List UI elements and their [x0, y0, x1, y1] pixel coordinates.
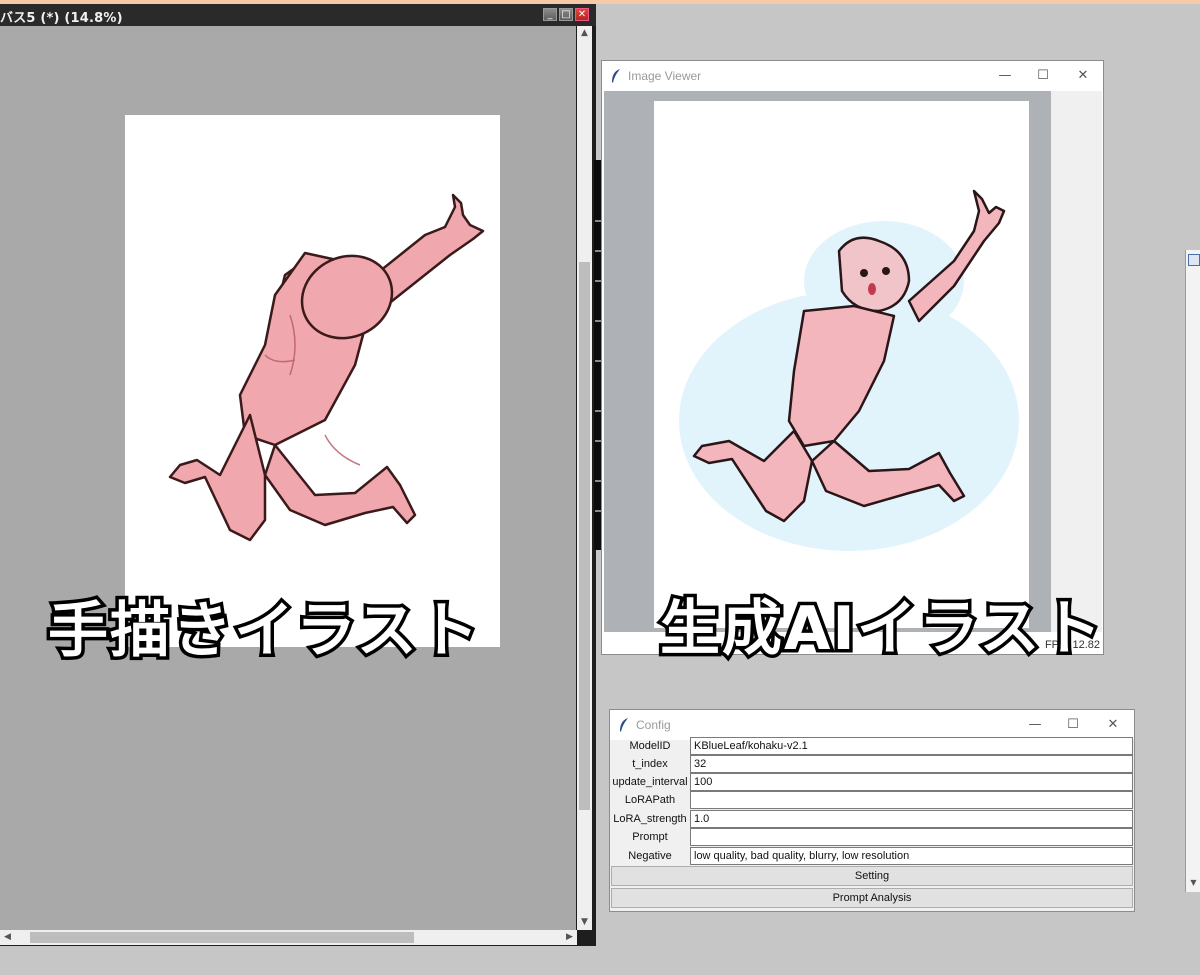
drawing-canvas-area[interactable] — [0, 26, 576, 930]
config-window: Config — ☐ ✕ ModelID KBlueLeaf/kohaku-v2… — [609, 709, 1135, 912]
config-title-bar[interactable]: Config — ☐ ✕ — [610, 710, 1134, 740]
viewer-close-button[interactable]: ✕ — [1063, 61, 1103, 91]
model-id-label: ModelID — [629, 740, 671, 752]
feather-icon — [612, 69, 620, 83]
config-row-lora-path: LoRAPath — [610, 791, 1134, 809]
paint-window-title: バス5 (*) (14.8%) — [0, 11, 123, 26]
setting-button[interactable]: Setting — [611, 866, 1133, 886]
prompt-analysis-button[interactable]: Prompt Analysis — [611, 888, 1133, 908]
scroll-down-arrow-icon[interactable]: ▼ — [1186, 878, 1200, 892]
image-viewer-title: Image Viewer — [628, 69, 702, 83]
model-id-input[interactable]: KBlueLeaf/kohaku-v2.1 — [690, 737, 1133, 755]
prompt-label: Prompt — [632, 831, 668, 843]
lora-path-input[interactable] — [690, 791, 1133, 809]
image-viewer-side-panel — [1051, 91, 1102, 632]
vertical-scroll-thumb[interactable] — [579, 262, 590, 810]
paint-title-bar[interactable]: バス5 (*) (14.8%) _ □ ✕ — [0, 4, 596, 26]
negative-prompt-input[interactable]: low quality, bad quality, blurry, low re… — [690, 847, 1133, 865]
feather-icon — [620, 718, 628, 732]
lora-strength-input[interactable]: 1.0 — [690, 810, 1133, 828]
canvas-vertical-scrollbar[interactable]: ▲ ▼ — [577, 26, 592, 930]
config-row-lora-strength: LoRA_strength 1.0 — [610, 810, 1134, 828]
config-row-model-id: ModelID KBlueLeaf/kohaku-v2.1 — [610, 737, 1134, 755]
config-row-prompt: Prompt — [610, 828, 1134, 846]
config-title: Config — [636, 718, 671, 732]
t-index-label: t_index — [632, 758, 668, 770]
t-index-input[interactable]: 32 — [690, 755, 1133, 773]
prompt-input[interactable] — [690, 828, 1133, 846]
hand-drawn-figure — [168, 193, 485, 542]
update-interval-input[interactable]: 100 — [690, 773, 1133, 791]
viewer-minimize-button[interactable]: — — [985, 61, 1025, 91]
config-close-button[interactable]: ✕ — [1093, 710, 1133, 740]
background-window-edge[interactable]: ▼ — [1185, 250, 1200, 892]
scroll-right-arrow-icon[interactable]: ▶ — [562, 930, 577, 945]
paint-canvas-window: バス5 (*) (14.8%) _ □ ✕ ▲ ▼ ◀ ▶ — [0, 4, 596, 946]
config-row-update-interval: update_interval 100 — [610, 773, 1134, 791]
lora-path-label: LoRAPath — [624, 794, 676, 806]
config-minimize-button[interactable]: — — [1015, 710, 1055, 740]
scroll-up-arrow-icon[interactable]: ▲ — [577, 26, 592, 41]
paint-minimize-button[interactable]: _ — [543, 8, 557, 21]
window-icon — [1188, 254, 1200, 266]
paint-close-button[interactable]: ✕ — [575, 8, 589, 21]
update-interval-label: update_interval — [612, 776, 688, 788]
canvas-paper[interactable] — [125, 115, 500, 647]
caption-ai-generated: 生成AIイラスト — [657, 591, 1106, 668]
paint-maximize-button[interactable]: □ — [559, 8, 573, 21]
config-row-negative-prompt: Negative Prompt low quality, bad quality… — [610, 847, 1134, 880]
config-maximize-button[interactable]: ☐ — [1053, 710, 1093, 740]
viewer-maximize-button[interactable]: ☐ — [1023, 61, 1063, 91]
image-viewer-title-bar[interactable]: Image Viewer — ☐ ✕ — [602, 61, 1103, 91]
canvas-horizontal-scrollbar[interactable]: ◀ ▶ — [0, 930, 577, 945]
ai-generated-figure — [679, 189, 1019, 551]
negative-prompt-label: Negative Prompt — [628, 850, 672, 880]
caption-hand-drawn: 手描きイラスト — [45, 593, 483, 670]
generated-image-display — [604, 91, 1051, 632]
horizontal-scroll-thumb[interactable] — [30, 932, 414, 943]
scroll-left-arrow-icon[interactable]: ◀ — [0, 930, 15, 945]
generated-image-paper — [654, 101, 1029, 628]
lora-strength-label: LoRA_strength — [613, 813, 687, 825]
config-row-t-index: t_index 32 — [610, 755, 1134, 773]
image-viewer-window: Image Viewer — ☐ ✕ FPS: 12.82 — [601, 60, 1104, 655]
scroll-down-arrow-icon[interactable]: ▼ — [577, 915, 592, 930]
